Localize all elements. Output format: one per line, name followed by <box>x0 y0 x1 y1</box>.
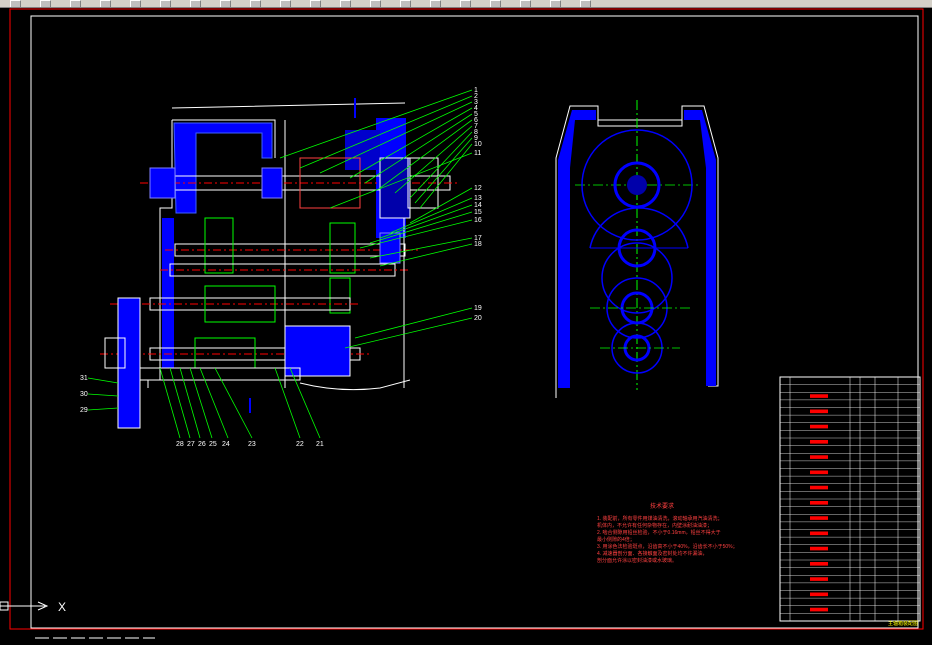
side-view <box>555 100 719 398</box>
layers-button[interactable] <box>460 0 471 7</box>
notes-line-7: 剖分面允许涂以密封油漆或水玻璃。 <box>597 557 677 564</box>
callout-19: 19 <box>474 305 482 312</box>
help-button[interactable] <box>550 0 561 7</box>
parts-cell-mark <box>810 485 828 490</box>
print-button[interactable] <box>130 0 141 7</box>
callout-25: 25 <box>209 441 217 448</box>
cut-button[interactable] <box>160 0 171 7</box>
pan-button[interactable] <box>310 0 321 7</box>
save-button[interactable] <box>100 0 111 7</box>
parts-cell-mark <box>810 394 828 398</box>
layer-dropdown-button[interactable] <box>580 0 591 7</box>
notes-line-1: 1. 装配前，所有零件用煤油清洗，滚动轴承用汽油清洗； <box>597 515 723 522</box>
bearing-2 <box>379 232 401 264</box>
gear-circle-2 <box>589 207 689 249</box>
redo-button[interactable] <box>280 0 291 7</box>
ucs-x-label: X <box>58 600 66 614</box>
left-pulley <box>117 297 141 429</box>
zoom-prev-button[interactable] <box>400 0 411 7</box>
callout-24: 24 <box>222 441 230 448</box>
parts-cell-mark <box>810 440 828 444</box>
parts-cell-mark <box>810 562 828 566</box>
callout-23: 23 <box>248 441 256 448</box>
callout-22: 22 <box>296 441 304 448</box>
parts-list <box>779 376 921 622</box>
parts-cell-mark <box>810 455 828 459</box>
parts-cell-mark <box>810 577 828 581</box>
callout-30: 30 <box>80 391 88 398</box>
callout-28: 28 <box>176 441 184 448</box>
callout-12: 12 <box>474 185 482 192</box>
file-button[interactable] <box>10 0 21 7</box>
callout-14: 14 <box>474 202 482 209</box>
parts-cell-mark <box>810 592 828 597</box>
notes-line-3: 2. 啮合侧隙用铅丝检验，不小于0.16mm，铅丝不得大于 <box>597 529 721 536</box>
callout-21: 21 <box>316 441 324 448</box>
gear-3 <box>329 277 351 314</box>
callout-18: 18 <box>474 241 482 248</box>
parts-cell-mark <box>810 409 828 414</box>
edit-button[interactable] <box>40 0 51 7</box>
gear-2a <box>204 217 234 274</box>
side-housing-wall-right <box>684 110 716 386</box>
parts-cell-mark <box>810 516 828 520</box>
callout-15: 15 <box>474 209 482 216</box>
drawing-canvas[interactable]: 1 2 3 4 5 6 7 8 9 10 11 12 13 14 15 16 1… <box>0 8 932 632</box>
callout-26: 26 <box>198 441 206 448</box>
side-top-cover <box>597 119 683 127</box>
parts-cell-mark <box>810 531 828 536</box>
parts-cell-mark <box>810 501 828 505</box>
bearing-1b <box>261 167 283 199</box>
copy-button[interactable] <box>190 0 201 7</box>
calculator-button[interactable] <box>520 0 531 7</box>
clutch-1 <box>379 157 411 219</box>
zoom-button[interactable] <box>340 0 351 7</box>
parts-cell-mark <box>810 607 828 612</box>
callout-29: 29 <box>80 407 88 414</box>
undo-button[interactable] <box>250 0 261 7</box>
housing-wall <box>173 122 273 214</box>
section-view <box>100 98 460 429</box>
design-center-button[interactable] <box>490 0 501 7</box>
notes-line-2: 机体内，不允许有任何杂物存在，内壁涂耐油油漆； <box>597 522 712 529</box>
side-housing-wall-left <box>558 110 596 388</box>
callout-13: 13 <box>474 195 482 202</box>
paste-button[interactable] <box>220 0 231 7</box>
technical-notes: 技术要求 1. 装配前，所有零件用煤油清洗，滚动轴承用汽油清洗； 机体内，不允许… <box>597 502 738 564</box>
callout-11: 11 <box>474 150 481 157</box>
open-button[interactable] <box>70 0 81 7</box>
notes-line-4: 最小侧隙的4倍； <box>597 536 635 543</box>
callout-10: 10 <box>474 141 482 148</box>
zoom-window-button[interactable] <box>370 0 381 7</box>
housing-lower-wall <box>162 218 174 368</box>
callout-20: 20 <box>474 315 482 322</box>
callout-16: 16 <box>474 217 482 224</box>
notes-title: 技术要求 <box>650 502 674 510</box>
notes-line-5: 3. 用涂色法检验斑点，沿齿高不小于40%，沿齿长不小于50%； <box>597 543 738 550</box>
break-line <box>299 379 411 391</box>
gear-2b <box>329 222 356 274</box>
gear-5 <box>194 337 256 369</box>
callout-31: 31 <box>80 375 88 382</box>
title-block-name: 主轴箱装配图 <box>888 620 918 627</box>
gear-circle-1-hub <box>627 175 647 195</box>
notes-line-6: 4. 减速器剖分面、各接触面及密封处均不许漏油， <box>597 550 708 557</box>
parts-cell-mark <box>810 546 828 551</box>
layout-tabs[interactable] <box>0 626 160 639</box>
callout-27: 27 <box>187 441 195 448</box>
parts-cell-mark <box>810 470 828 475</box>
parts-cell-mark <box>810 424 828 429</box>
toolbar <box>0 0 932 8</box>
properties-button[interactable] <box>430 0 441 7</box>
bearing-1a <box>149 167 176 199</box>
